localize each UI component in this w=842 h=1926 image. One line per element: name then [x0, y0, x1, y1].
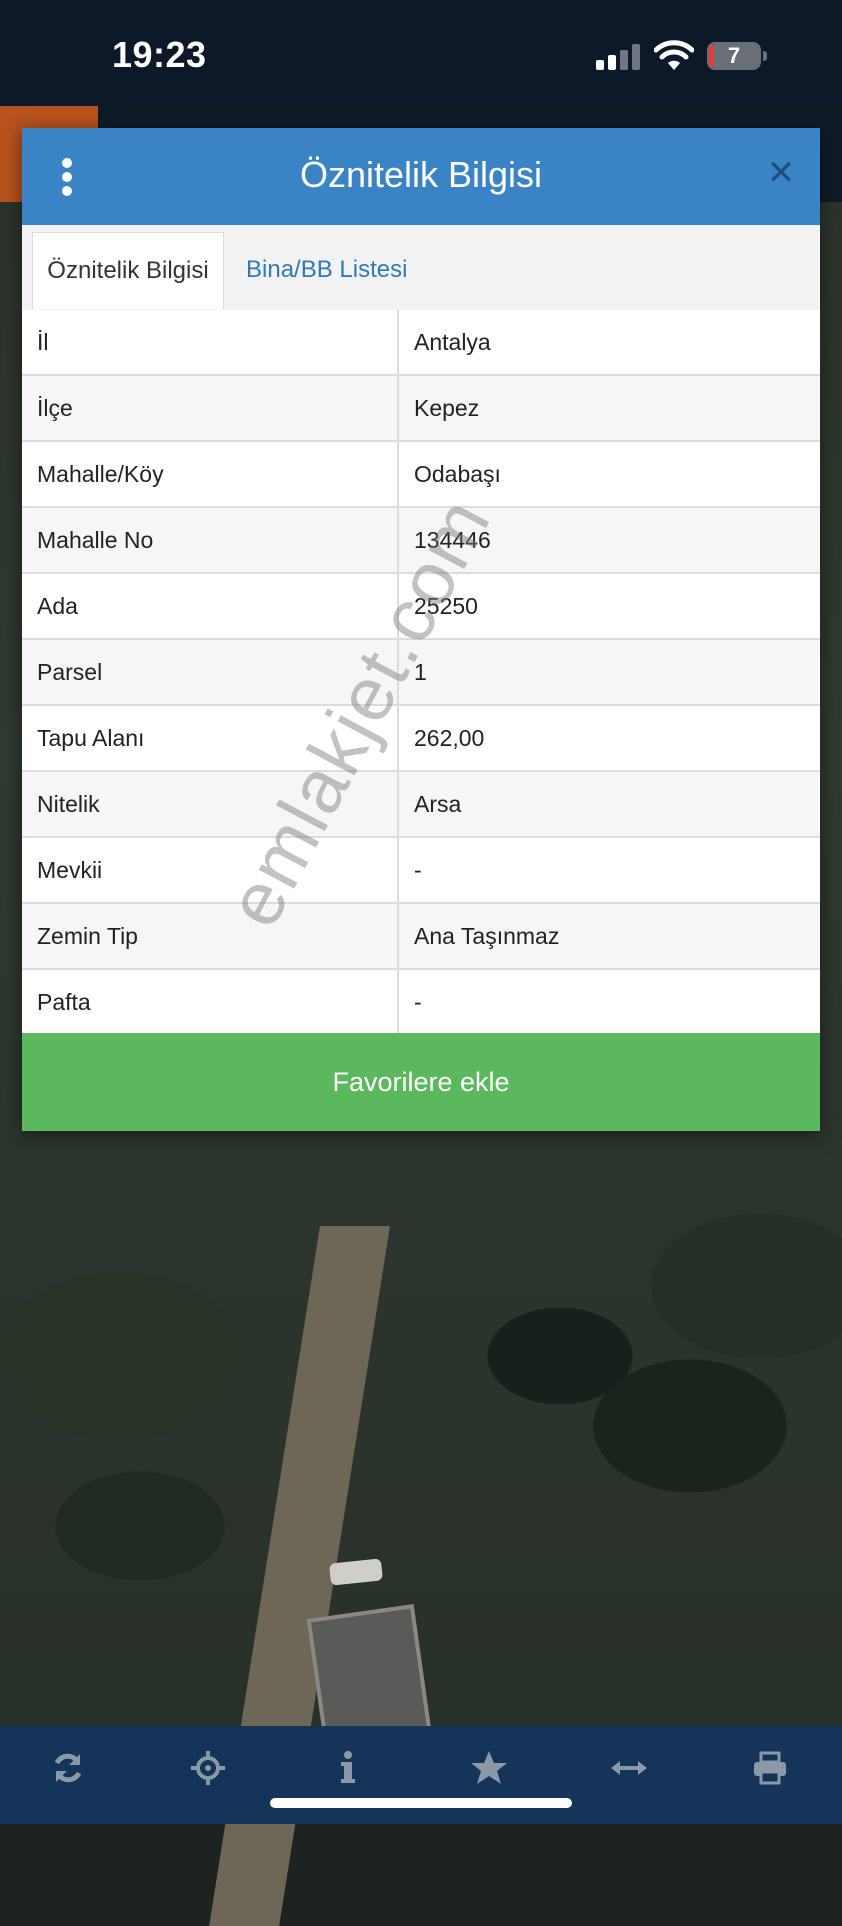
map-building [306, 1604, 432, 1746]
locate-icon[interactable] [188, 1748, 228, 1788]
row-value: 1 [398, 639, 820, 706]
row-value: Ana Taşınmaz [398, 903, 820, 970]
table-row: Zemin Tip Ana Taşınmaz [22, 903, 820, 970]
table-row: Mevkii - [22, 837, 820, 904]
map-car [328, 1558, 384, 1586]
row-value: Arsa [398, 771, 820, 838]
row-key: Mahalle/Köy [22, 441, 399, 508]
row-value: Kepez [398, 375, 820, 442]
table-row: İl Antalya [22, 310, 820, 376]
add-to-favorites-button[interactable]: Favorilere ekle [22, 1033, 820, 1131]
print-icon[interactable] [750, 1748, 790, 1788]
tab-building-list[interactable]: Bina/BB Listesi [246, 232, 407, 308]
status-time: 19:23 [112, 34, 207, 75]
signal-icon [596, 44, 640, 70]
refresh-icon[interactable] [48, 1748, 88, 1788]
row-key: Zemin Tip [22, 903, 399, 970]
modal-header: Öznitelik Bilgisi ✕ [22, 128, 820, 225]
table-row: Nitelik Arsa [22, 771, 820, 838]
row-value: Antalya [398, 310, 820, 376]
row-value: - [398, 969, 820, 1036]
measure-icon[interactable] [609, 1748, 649, 1788]
table-row: Pafta - [22, 969, 820, 1036]
row-value: - [398, 837, 820, 904]
row-key: Mahalle No [22, 507, 399, 574]
table-row: Tapu Alanı 262,00 [22, 705, 820, 772]
home-indicator [270, 1798, 572, 1808]
row-key: Ada [22, 573, 399, 640]
star-icon[interactable] [469, 1748, 509, 1788]
row-key: Mevkii [22, 837, 399, 904]
status-bar: 19:23 7 [0, 0, 842, 106]
row-value: 262,00 [398, 705, 820, 772]
table-row: İlçe Kepez [22, 375, 820, 442]
table-row: Mahalle/Köy Odabaşı [22, 441, 820, 508]
row-value: Odabaşı [398, 441, 820, 508]
wifi-icon [654, 40, 694, 70]
row-key: İlçe [22, 375, 399, 442]
battery-icon: 7 [707, 42, 767, 70]
modal-title: Öznitelik Bilgisi [299, 154, 543, 195]
info-icon[interactable] [328, 1748, 368, 1788]
bottom-toolbar [0, 1726, 842, 1824]
tab-attribute-info[interactable]: Öznitelik Bilgisi [32, 232, 224, 309]
row-key: Pafta [22, 969, 399, 1036]
row-key: İl [22, 310, 399, 376]
close-icon[interactable]: ✕ [764, 156, 798, 190]
